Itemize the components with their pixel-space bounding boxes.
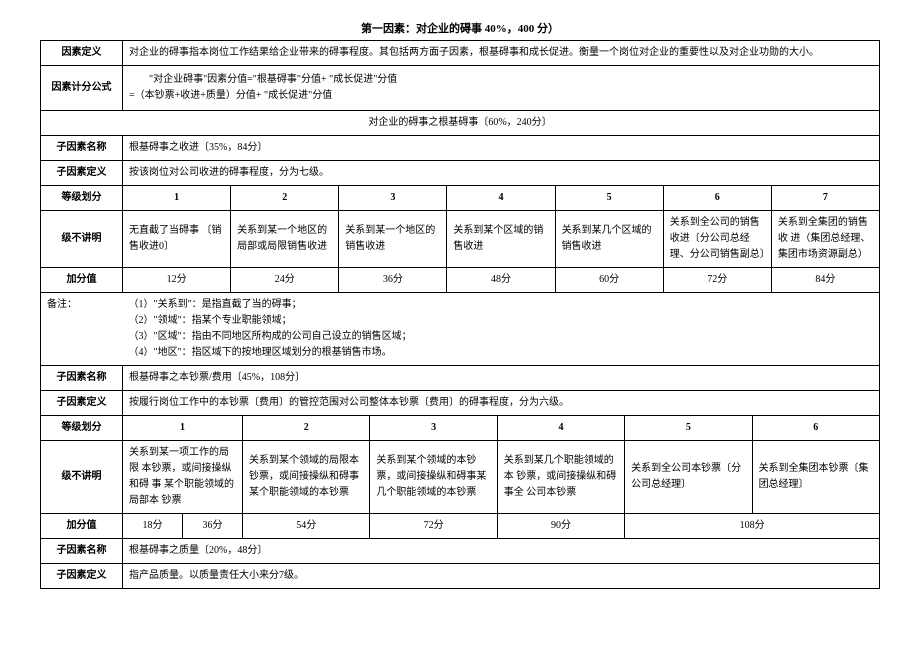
levels2-header: 等级划分 1 2 3 4 5 6 xyxy=(41,416,880,441)
page-title: 第一因素：对企业的碍事 40%，400 分） xyxy=(40,20,880,36)
l1d1: 无直截了当碍事 〔销售收进0〕 xyxy=(123,211,231,268)
l1d7: 关系到全集团的销售 收 进（集团总经理、 集团市场资源副总） xyxy=(771,211,879,268)
sub2-name-text: 根基碍事之本钞票/费用〔45%，108分〕 xyxy=(123,366,880,391)
main-table: 因素定义 对企业的碍事指本岗位工作结果给企业带来的碍事程度。其包括两方面子因素，… xyxy=(40,40,880,416)
sub1-name-row: 子因素名称 根基碍事之收进〔35%，84分〕 xyxy=(41,136,880,161)
level-exp-label: 级不讲明 xyxy=(41,211,123,268)
l1h1: 1 xyxy=(123,186,231,211)
l1d5: 关系到某几个区域的 销售收进 xyxy=(555,211,663,268)
remark-row: 备注： （1）"关系到"：是指直截了当的碍事； （2）"领域"：指某个专业职能领… xyxy=(41,293,880,366)
levels2-table: 等级划分 1 2 3 4 5 6 级不讲明 关系到某一项工作的局限 本钞票，或间… xyxy=(40,416,880,589)
sub2-def-row: 子因素定义 按履行岗位工作中的本钞票〔费用〕的管控范围对公司整体本钞票〔费用〕的… xyxy=(41,391,880,416)
sub3-def-text: 指产品质量。以质量责任大小来分7级。 xyxy=(123,564,880,589)
sub3-def-row: 子因素定义 指产品质量。以质量责任大小来分7级。 xyxy=(41,564,880,589)
l1s2: 24分 xyxy=(231,268,339,293)
l2h6: 6 xyxy=(752,416,879,441)
sub2-name-label: 子因素名称 xyxy=(41,366,123,391)
l2s2: 36分 xyxy=(183,514,243,539)
sub1-def-row: 子因素定义 按该岗位对公司收进的碍事程度，分为七级。 xyxy=(41,161,880,186)
l1d6: 关系到全公司的销售 收进〔分公司总经理、分公司销售副总〕 xyxy=(663,211,771,268)
l2h4: 4 xyxy=(497,416,624,441)
level-div-label: 等级划分 xyxy=(41,186,123,211)
level-div-label-2: 等级划分 xyxy=(41,416,123,441)
l1h6: 6 xyxy=(663,186,771,211)
l2d2: 关系到某个领域的本钞 票，或间接操纵和碍事某 几个职能领域的本钞票 xyxy=(370,441,497,514)
sub3-def-label: 子因素定义 xyxy=(41,564,123,589)
l1s1: 12分 xyxy=(123,268,231,293)
l2d3: 关系到某几个职能领域的 本 钞票，或间接操纵和碍 事全 公司本钞票 xyxy=(497,441,624,514)
sub2-name-row: 子因素名称 根基碍事之本钞票/费用〔45%，108分〕 xyxy=(41,366,880,391)
sub1-name-label: 子因素名称 xyxy=(41,136,123,161)
sub1-def-label: 子因素定义 xyxy=(41,161,123,186)
sub1-name-text: 根基碍事之收进〔35%，84分〕 xyxy=(123,136,880,161)
level-exp-label-2: 级不讲明 xyxy=(41,441,123,514)
formula-line2: =（本钞票+收进+质量）分值+ "成长促进"分值 xyxy=(129,88,873,104)
l2s6: 108分 xyxy=(625,514,880,539)
l1h3: 3 xyxy=(339,186,447,211)
remark3: （3）"区域"：指由不同地区所构成的公司自己设立的销售区域； xyxy=(129,329,874,345)
remark-text: （1）"关系到"：是指直截了当的碍事； （2）"领域"：指某个专业职能领域； （… xyxy=(123,293,880,366)
l2d4: 关系到全公司本钞票〔分 公司总经理〕 xyxy=(625,441,752,514)
l1s6: 72分 xyxy=(663,268,771,293)
l2s4: 72分 xyxy=(370,514,497,539)
factor-def-text: 对企业的碍事指本岗位工作结果给企业带来的碍事程度。其包括两方面子因素，根基碍事和… xyxy=(123,41,880,66)
sub3-name-row: 子因素名称 根基碍事之质量〔20%，48分〕 xyxy=(41,539,880,564)
formula-label: 因素计分公式 xyxy=(41,66,123,111)
l1d3: 关系到某一个地区的 销售收进 xyxy=(339,211,447,268)
l2h3: 3 xyxy=(370,416,497,441)
l1h5: 5 xyxy=(555,186,663,211)
l1d2: 关系到某一个地区的 局部或局限销售收进 xyxy=(231,211,339,268)
remark4: （4）"地区"：指区域下的按地理区域划分的根基销售市场。 xyxy=(129,345,874,361)
l1h7: 7 xyxy=(771,186,879,211)
levels1-header: 等级划分 1 2 3 4 5 6 7 xyxy=(41,186,880,211)
sub3-name-text: 根基碍事之质量〔20%，48分〕 xyxy=(123,539,880,564)
l1s5: 60分 xyxy=(555,268,663,293)
l1s3: 36分 xyxy=(339,268,447,293)
l2s3: 54分 xyxy=(243,514,370,539)
l2h1: 1 xyxy=(123,416,243,441)
sub1-def-text: 按该岗位对公司收进的碍事程度，分为七级。 xyxy=(123,161,880,186)
score-label-2: 加分值 xyxy=(41,514,123,539)
factor-def-label: 因素定义 xyxy=(41,41,123,66)
l1h4: 4 xyxy=(447,186,555,211)
remark1: （1）"关系到"：是指直截了当的碍事； xyxy=(129,297,874,313)
section-header-row: 对企业的碍事之根基碍事〔60%，240分〕 xyxy=(41,111,880,136)
section-header: 对企业的碍事之根基碍事〔60%，240分〕 xyxy=(41,111,880,136)
l2h2: 2 xyxy=(243,416,370,441)
formula-line1: "对企业碍事"因素分值="根基碍事"分值+ "成长促进"分值 xyxy=(129,72,873,88)
l2d5: 关系到全集团本钞票〔集 团总经理〕 xyxy=(752,441,879,514)
l2s1: 18分 xyxy=(123,514,183,539)
remark2: （2）"领域"：指某个专业职能领域； xyxy=(129,313,874,329)
l1h2: 2 xyxy=(231,186,339,211)
l2s5: 90分 xyxy=(497,514,624,539)
score-label-1: 加分值 xyxy=(41,268,123,293)
l1d4: 关系到某个区域的销 售收进 xyxy=(447,211,555,268)
sub2-def-text: 按履行岗位工作中的本钞票〔费用〕的管控范围对公司整体本钞票〔费用〕的碍事程度，分… xyxy=(123,391,880,416)
factor-def-row: 因素定义 对企业的碍事指本岗位工作结果给企业带来的碍事程度。其包括两方面子因素，… xyxy=(41,41,880,66)
levels1-desc: 级不讲明 无直截了当碍事 〔销售收进0〕 关系到某一个地区的 局部或局限销售收进… xyxy=(41,211,880,268)
remark-label: 备注： xyxy=(41,293,123,366)
l2d1b: 关系到某个领域的局限本 钞票，或间接操纵和碍事 某个职能领域的本钞票 xyxy=(243,441,370,514)
formula-row: 因素计分公式 "对企业碍事"因素分值="根基碍事"分值+ "成长促进"分值 =（… xyxy=(41,66,880,111)
l2d1a: 关系到某一项工作的局限 本钞票，或间接操纵和碍 事 某个职能领域的局部本 钞票 xyxy=(123,441,243,514)
levels1-score: 加分值 12分 24分 36分 48分 60分 72分 84分 xyxy=(41,268,880,293)
levels2-desc: 级不讲明 关系到某一项工作的局限 本钞票，或间接操纵和碍 事 某个职能领域的局部… xyxy=(41,441,880,514)
formula-text: "对企业碍事"因素分值="根基碍事"分值+ "成长促进"分值 =（本钞票+收进+… xyxy=(123,66,880,111)
l2h5: 5 xyxy=(625,416,752,441)
l1s7: 84分 xyxy=(771,268,879,293)
sub2-def-label: 子因素定义 xyxy=(41,391,123,416)
levels2-score: 加分值 18分 36分 54分 72分 90分 108分 xyxy=(41,514,880,539)
l1s4: 48分 xyxy=(447,268,555,293)
sub3-name-label: 子因素名称 xyxy=(41,539,123,564)
